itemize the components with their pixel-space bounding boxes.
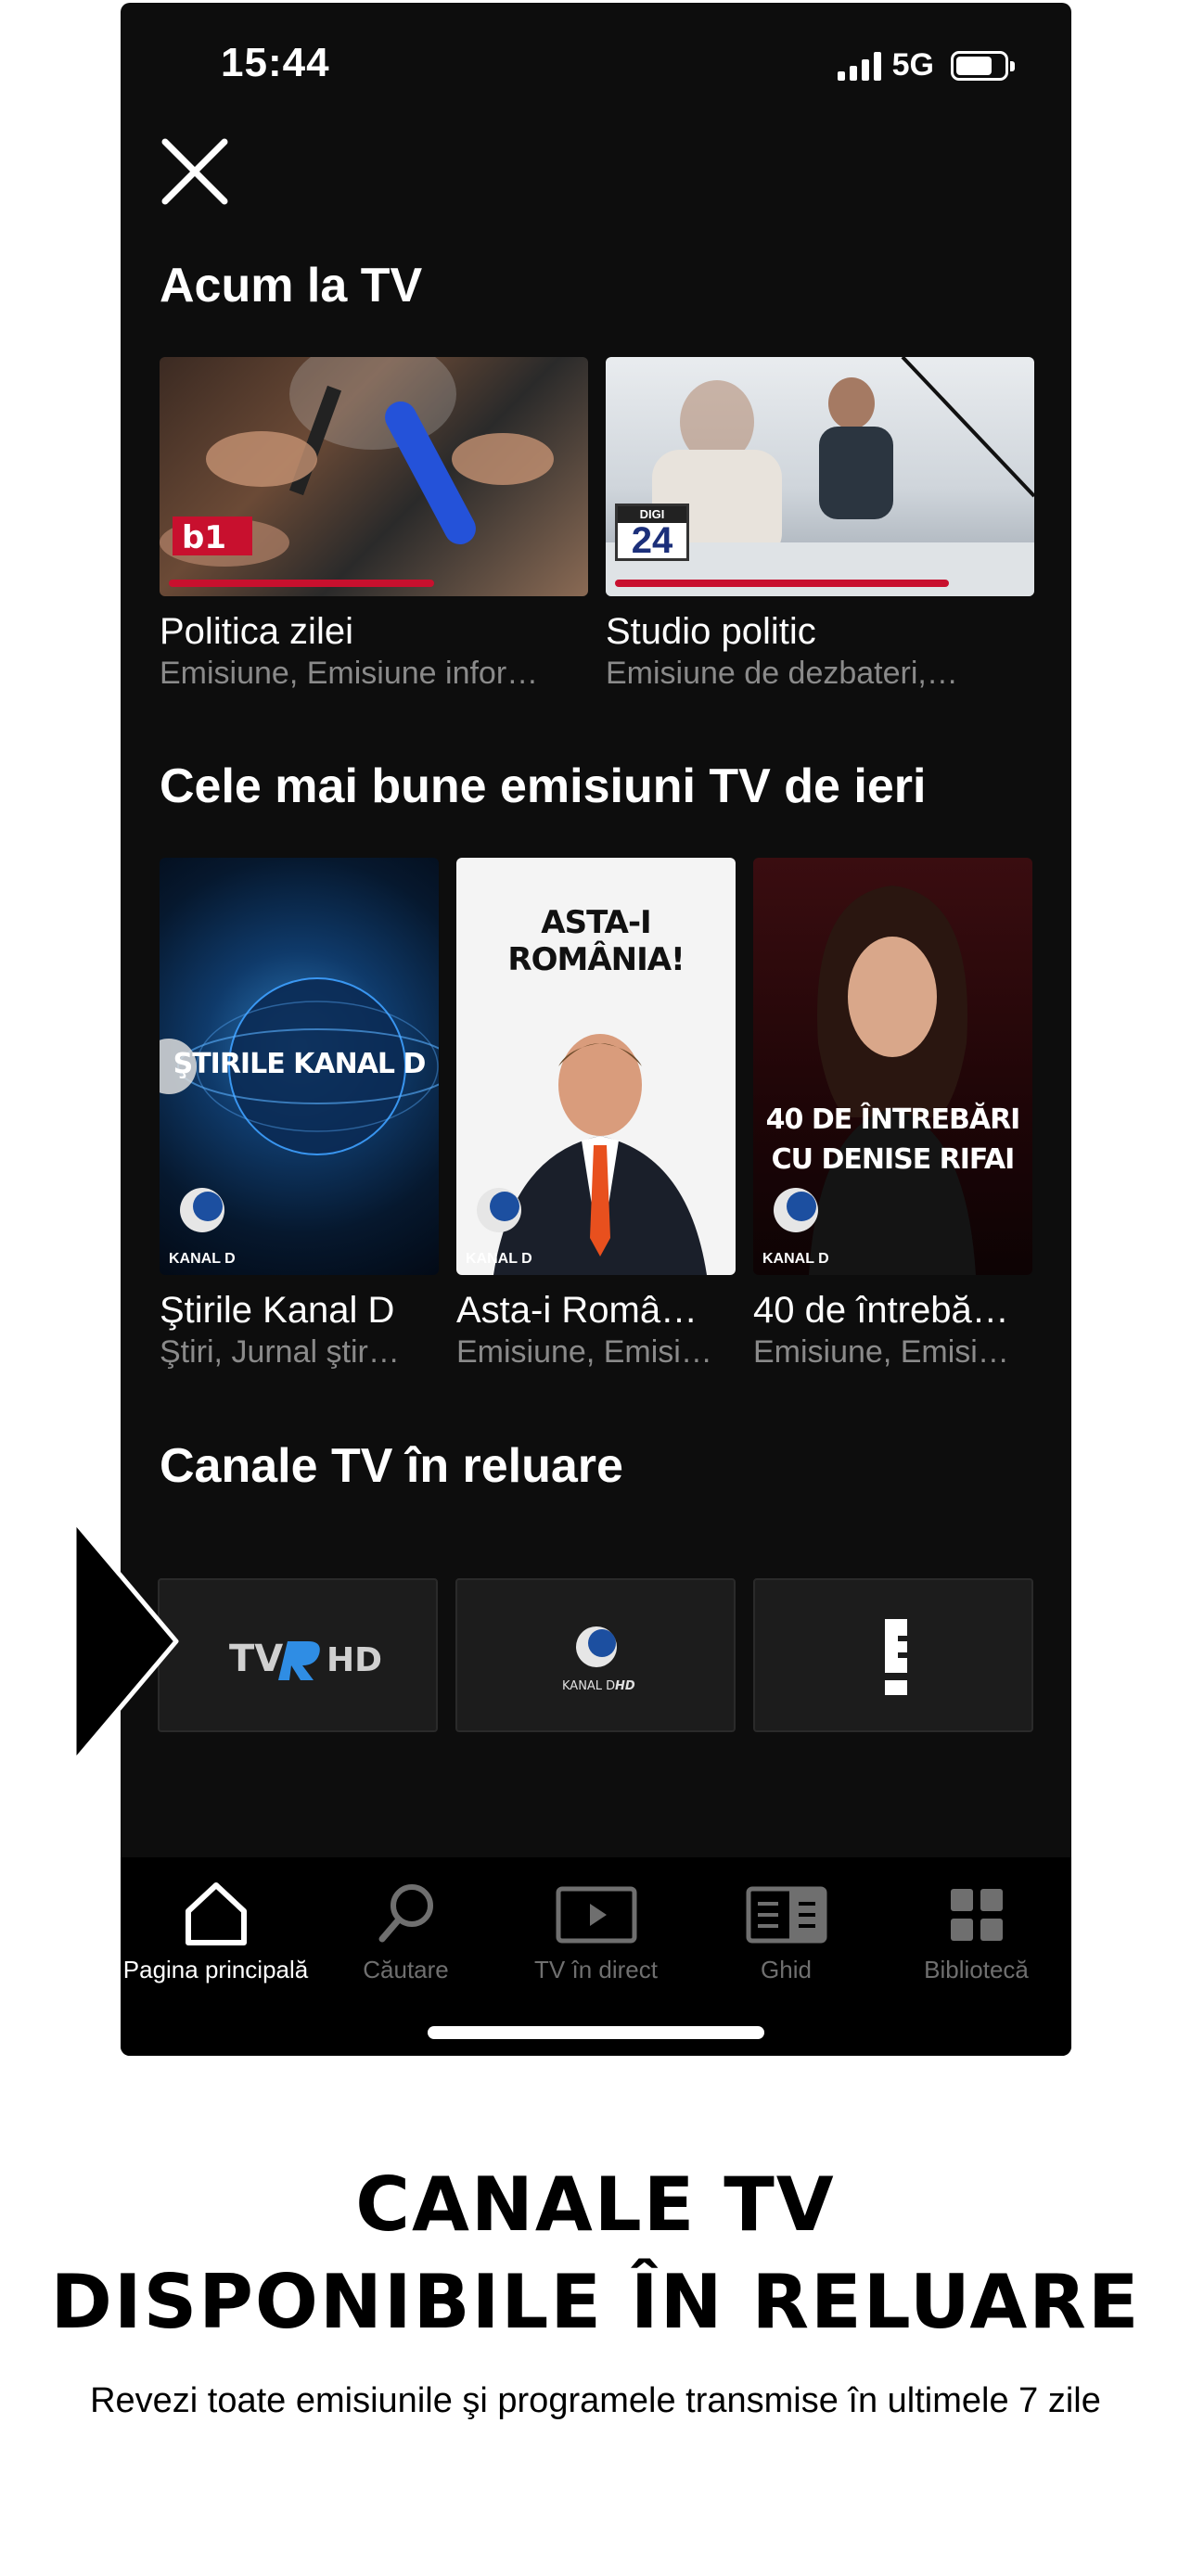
- card-subtitle: Emisiune, Emisiune infor…: [160, 656, 539, 691]
- card-subtitle: Emisiune de dezbateri,…: [606, 656, 958, 691]
- close-icon[interactable]: [158, 134, 232, 209]
- tab-bar: Pagina principală Căutare TV în direct G…: [121, 1857, 1071, 2056]
- status-time: 15:44: [221, 40, 330, 85]
- poster-text: ŞTIRILE KANAL D: [173, 1048, 427, 1080]
- pointer-arrow-icon: [74, 1521, 179, 1762]
- kanal-d-logo: KANAL D: [169, 1184, 243, 1268]
- channel-tile-kanal-d-hd[interactable]: KANAL D HD: [455, 1578, 736, 1732]
- svg-text:KANAL D: KANAL D: [562, 1679, 615, 1693]
- svg-text:TV: TV: [229, 1638, 283, 1680]
- guide-icon: [746, 1886, 826, 1944]
- progress-bar: [169, 580, 435, 587]
- progress-bar: [615, 580, 950, 587]
- card-subtitle: Ştiri, Jurnal ştir…: [160, 1334, 400, 1370]
- svg-text:b1: b1: [182, 519, 226, 556]
- tab-live-tv[interactable]: TV în direct: [501, 1876, 691, 1984]
- home-icon: [185, 1882, 247, 1945]
- library-icon: [950, 1889, 1003, 1941]
- live-tv-icon: [556, 1886, 636, 1944]
- promo-title-line1: CANALE TV: [355, 2162, 836, 2248]
- section-title-replay-channels: Canale TV în reluare: [160, 1439, 623, 1493]
- card-subtitle: Emisiune, Emisi…: [456, 1334, 712, 1370]
- digi24-logo: DIGI 24: [615, 504, 689, 561]
- network-label: 5G: [891, 47, 934, 83]
- poster-stirile-kanal-d: ŞTIRILE KANAL D KANAL D: [160, 858, 439, 1275]
- status-indicators: 5G: [837, 47, 1015, 83]
- signal-icon: [837, 51, 881, 81]
- kanal-d-logo: KANAL D: [466, 1184, 540, 1268]
- tab-label: Bibliotecă: [924, 1956, 1029, 1983]
- poster-card-40-de-intrebari[interactable]: 40 DE ÎNTREBĂRI CU DENISE RIFAI KANAL D …: [753, 858, 1032, 1377]
- channel-tile-tvr-hd[interactable]: TV HD: [158, 1578, 438, 1732]
- search-icon: [378, 1884, 433, 1943]
- tvr-hd-logo: TV HD: [229, 1638, 382, 1680]
- promo-subtitle: Revezi toate emisiunile şi programele tr…: [90, 2381, 1101, 2420]
- home-indicator: [428, 2026, 764, 2039]
- tab-label: Căutare: [363, 1956, 449, 1983]
- card-title: Studio politic: [606, 611, 816, 652]
- poster-asta-i-romania: ASTA-I ROMÂNIA! KANAL D: [456, 858, 736, 1275]
- channel-tile-e[interactable]: [753, 1578, 1033, 1732]
- promo-title-line2: DISPONIBILE ÎN RELUARE: [50, 2259, 1141, 2345]
- poster-card-stirile-kanal-d[interactable]: ŞTIRILE KANAL D KANAL D Ştirile Kanal D …: [160, 858, 439, 1377]
- kanal-d-hd-logo: KANAL D HD: [562, 1626, 635, 1693]
- section-title-now-on-tv: Acum la TV: [160, 259, 423, 312]
- promo-title: CANALE TV DISPONIBILE ÎN RELUARE: [0, 2156, 1191, 2351]
- poster-text-line1: 40 DE ÎNTREBĂRI: [765, 1103, 1021, 1136]
- thumbnail-politica-zilei: b1: [160, 357, 588, 596]
- poster-card-asta-i-romania[interactable]: ASTA-I ROMÂNIA! KANAL D Asta-i Româ… Emi…: [456, 858, 736, 1377]
- section-title-best-yesterday: Cele mai bune emisiuni TV de ieri: [160, 759, 927, 813]
- card-title: Asta-i Româ…: [456, 1290, 698, 1331]
- card-title: 40 de întrebă…: [753, 1290, 1009, 1331]
- poster-40-de-intrebari: 40 DE ÎNTREBĂRI CU DENISE RIFAI KANAL D: [753, 858, 1032, 1275]
- tab-label: Ghid: [761, 1956, 812, 1983]
- tab-label: TV în direct: [534, 1956, 658, 1983]
- status-bar: 15:44 5G: [121, 3, 1071, 123]
- b1-logo: b1: [173, 516, 252, 556]
- e-channel-logo: [885, 1619, 907, 1695]
- tab-library[interactable]: Bibliotecă: [881, 1876, 1071, 1984]
- now-card-studio-politic[interactable]: DIGI 24 Studio politic Emisiune de dezba…: [606, 357, 1034, 700]
- tab-guide[interactable]: Ghid: [691, 1876, 881, 1984]
- tab-label: Pagina principală: [122, 1956, 309, 1983]
- tab-home[interactable]: Pagina principală: [121, 1876, 311, 1984]
- card-title: Ştirile Kanal D: [160, 1290, 395, 1331]
- thumbnail-studio-politic: DIGI 24: [606, 357, 1034, 596]
- tab-search[interactable]: Căutare: [311, 1876, 501, 1984]
- poster-text-line2: CU DENISE RIFAI: [771, 1143, 1016, 1176]
- card-subtitle: Emisiune, Emisi…: [753, 1334, 1009, 1370]
- phone-screen: 15:44 5G Acum la TV b1 Politica zilei Em…: [121, 3, 1071, 2056]
- battery-icon: [951, 50, 1015, 81]
- now-card-politica-zilei[interactable]: b1 Politica zilei Emisiune, Emisiune inf…: [160, 357, 588, 700]
- svg-text:HD: HD: [615, 1679, 635, 1693]
- card-title: Politica zilei: [160, 611, 353, 652]
- kanal-d-logo: KANAL D: [762, 1184, 837, 1268]
- svg-text:HD: HD: [327, 1641, 382, 1679]
